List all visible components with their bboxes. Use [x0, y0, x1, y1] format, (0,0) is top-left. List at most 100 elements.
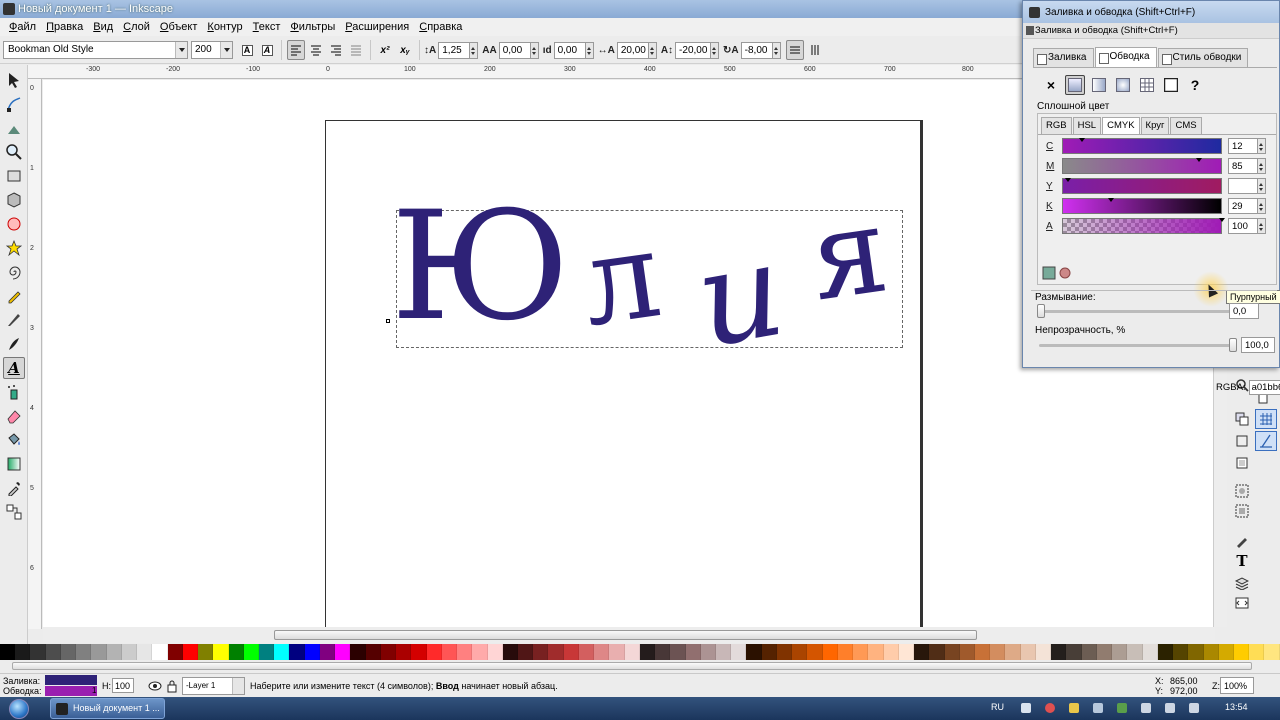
palette-swatch[interactable]: [807, 644, 823, 660]
word-spacing-spinbox[interactable]: ıd 0,00: [543, 41, 594, 59]
palette-swatch[interactable]: [1142, 644, 1158, 660]
tab-stroke-paint[interactable]: Обводка: [1094, 47, 1157, 67]
text-handle[interactable]: [386, 319, 390, 323]
node-tool[interactable]: [3, 93, 25, 115]
palette-swatch[interactable]: [0, 644, 16, 660]
pen-tool[interactable]: [3, 309, 25, 331]
tray-icon[interactable]: [1021, 703, 1031, 713]
spin-arrows[interactable]: [585, 41, 594, 59]
palette-swatch[interactable]: [578, 644, 595, 660]
palette-swatch[interactable]: [350, 644, 366, 660]
lock-icon[interactable]: [166, 679, 178, 693]
palette-swatch[interactable]: [929, 644, 945, 660]
tray-icon[interactable]: [1093, 703, 1103, 713]
palette-swatch[interactable]: [152, 644, 168, 660]
text-tool[interactable]: A: [3, 357, 25, 379]
palette-swatch[interactable]: [1081, 644, 1097, 660]
layers-button[interactable]: [1231, 573, 1253, 593]
blur-slider-knob[interactable]: [1037, 304, 1045, 318]
rotation-spinbox[interactable]: ↻A -8,00: [723, 41, 781, 59]
menu-object[interactable]: Объект: [155, 19, 202, 35]
dialog-title-bar[interactable]: Заливка и обводка (Shift+Ctrl+F): [1023, 1, 1279, 23]
palette-swatch[interactable]: [274, 644, 290, 660]
palette-swatch[interactable]: [1188, 644, 1204, 660]
palette-swatch[interactable]: [441, 644, 458, 660]
fill-stroke-button[interactable]: [1231, 531, 1253, 551]
palette-swatch[interactable]: [1218, 644, 1234, 660]
ungroup-button[interactable]: [1231, 501, 1253, 521]
menu-help[interactable]: Справка: [414, 19, 467, 35]
spray-tool[interactable]: [3, 381, 25, 403]
subscript-button[interactable]: xᵧ: [396, 40, 414, 60]
palette-swatch[interactable]: [822, 644, 838, 660]
palette-swatch[interactable]: [472, 644, 488, 660]
palette-swatch[interactable]: [517, 644, 534, 660]
palette-swatch[interactable]: [898, 644, 915, 660]
palette-swatch[interactable]: [761, 644, 777, 660]
spin-arrows[interactable]: [711, 41, 720, 59]
palette-swatch[interactable]: [731, 644, 747, 660]
align-right-button[interactable]: [327, 40, 345, 60]
menu-extensions[interactable]: Расширения: [340, 19, 414, 35]
vertical-shift-value[interactable]: -20,00: [675, 41, 712, 59]
text-font-button[interactable]: T: [1231, 551, 1253, 571]
palette-swatch[interactable]: [91, 644, 107, 660]
palette-scrollbar[interactable]: [0, 660, 1280, 672]
tab-fill[interactable]: Заливка: [1033, 48, 1094, 67]
spiral-tool[interactable]: [3, 261, 25, 283]
palette-swatch[interactable]: [639, 644, 656, 660]
line-spacing-value[interactable]: 1,25: [438, 41, 471, 59]
letter-spacing-spinbox[interactable]: AA 0,00: [482, 41, 539, 59]
cyan-value[interactable]: 12: [1228, 138, 1258, 154]
tab-cmyk[interactable]: CMYK: [1102, 117, 1140, 134]
h-value[interactable]: 100: [112, 678, 134, 693]
radial-gradient-button[interactable]: [1113, 75, 1133, 95]
palette-swatch[interactable]: [1112, 644, 1128, 660]
palette-swatch[interactable]: [502, 644, 518, 660]
3d-box-tool[interactable]: [3, 189, 25, 211]
palette-swatch[interactable]: [411, 644, 427, 660]
palette-swatch[interactable]: [1066, 644, 1082, 660]
magenta-value[interactable]: 85: [1228, 158, 1258, 174]
palette-swatch[interactable]: [594, 644, 610, 660]
grid-toggle-button[interactable]: [1255, 409, 1277, 429]
vertical-text-button[interactable]: [806, 40, 824, 60]
palette-scroll-thumb[interactable]: [12, 662, 1252, 670]
taskbar-inkscape-item[interactable]: Новый документ 1 ...: [50, 698, 165, 719]
tray-icon[interactable]: [1045, 703, 1055, 713]
black-slider[interactable]: [1062, 198, 1222, 214]
palette-swatch[interactable]: [685, 644, 701, 660]
xml-editor-button[interactable]: [1231, 593, 1253, 613]
palette-swatch[interactable]: [396, 644, 412, 660]
palette-swatch[interactable]: [700, 644, 717, 660]
unlink-clone-button[interactable]: [1231, 453, 1253, 473]
palette-swatch[interactable]: [198, 644, 214, 660]
no-paint-button[interactable]: ×: [1041, 75, 1061, 95]
palette-swatch[interactable]: [1020, 644, 1036, 660]
palette-swatch[interactable]: [106, 644, 122, 660]
duplicate-button[interactable]: [1231, 409, 1253, 429]
magenta-slider[interactable]: [1062, 158, 1222, 174]
canvas-letter[interactable]: л: [574, 205, 669, 353]
menu-text[interactable]: Текст: [248, 19, 286, 35]
bold-button[interactable]: A: [238, 40, 256, 60]
palette-swatch[interactable]: [213, 644, 229, 660]
palette-swatch[interactable]: [868, 644, 884, 660]
linear-gradient-button[interactable]: [1089, 75, 1109, 95]
align-center-button[interactable]: [307, 40, 325, 60]
selector-tool[interactable]: [3, 69, 25, 91]
palette-swatch[interactable]: [30, 644, 46, 660]
vertical-scrollbar[interactable]: [1213, 365, 1227, 627]
alpha-value[interactable]: 100: [1228, 218, 1258, 234]
opacity-slider-track[interactable]: [1039, 344, 1235, 347]
eye-icon[interactable]: [148, 679, 162, 693]
tab-cms[interactable]: CMS: [1170, 117, 1202, 134]
tray-icon[interactable]: [1117, 703, 1127, 713]
slider-marker[interactable]: [1108, 198, 1114, 205]
palette-swatch[interactable]: [959, 644, 975, 660]
palette-swatch[interactable]: [563, 644, 579, 660]
palette-swatch[interactable]: [380, 644, 397, 660]
fill-swatch[interactable]: [45, 675, 97, 685]
palette-swatch[interactable]: [258, 644, 275, 660]
clock[interactable]: 13:54: [1225, 702, 1248, 712]
